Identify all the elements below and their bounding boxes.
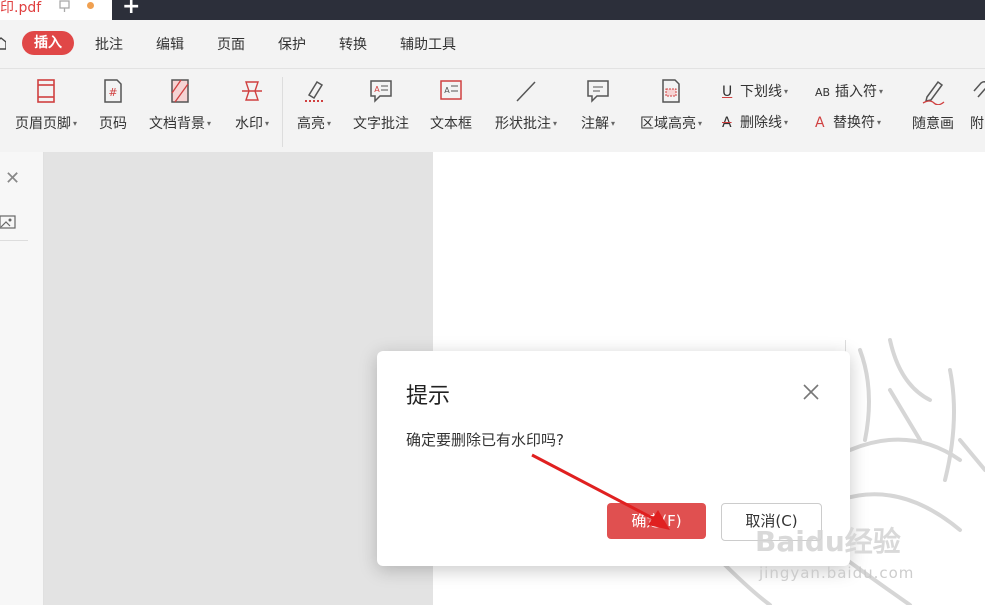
freehand-icon bbox=[922, 80, 945, 105]
freehand-button[interactable]: 随意画 bbox=[910, 77, 956, 133]
strikethrough-label: 删除线 bbox=[740, 115, 782, 131]
underline-button[interactable]: U 下划线 ▾ bbox=[722, 81, 788, 103]
confirm-button[interactable]: 确定(F) bbox=[607, 503, 706, 539]
area-highlight-icon bbox=[662, 79, 680, 103]
text-box-button[interactable]: A 文本框 bbox=[427, 77, 475, 133]
highlight-label: 高亮 bbox=[296, 116, 325, 132]
attachment-icon bbox=[973, 80, 985, 98]
home-icon[interactable] bbox=[0, 36, 6, 50]
menu-page[interactable]: 页面 bbox=[217, 34, 245, 54]
ribbon-toolbar: 页眉页脚 ▾ # 页码 文档背景 ▾ 水印 ▾ 高亮 ▾ A 文字批注 A 文本… bbox=[0, 68, 985, 153]
watermark-label: 水印 bbox=[234, 116, 263, 132]
document-canvas bbox=[44, 152, 433, 605]
page-number-icon: # bbox=[104, 79, 122, 103]
pin-icon[interactable] bbox=[58, 0, 71, 13]
shape-comment-label: 形状批注 bbox=[494, 116, 551, 132]
menu-comment[interactable]: 批注 bbox=[95, 34, 123, 54]
text-comment-button[interactable]: A 文字批注 bbox=[350, 77, 412, 133]
menu-tools[interactable]: 辅助工具 bbox=[400, 34, 456, 54]
underline-label: 下划线 bbox=[740, 84, 782, 100]
attachment-button[interactable]: 附 bbox=[966, 77, 985, 133]
freehand-label: 随意画 bbox=[912, 116, 954, 132]
highlight-button[interactable]: 高亮 ▾ bbox=[293, 77, 335, 133]
close-icon[interactable] bbox=[800, 381, 822, 403]
menu-insert[interactable]: 插入 bbox=[22, 31, 74, 55]
text-comment-label: 文字批注 bbox=[353, 116, 409, 132]
svg-text:#: # bbox=[108, 86, 117, 99]
header-footer-label: 页眉页脚 bbox=[14, 116, 71, 132]
annotation-button[interactable]: 注解 ▾ bbox=[577, 77, 619, 133]
new-tab-button[interactable]: + bbox=[122, 0, 140, 19]
title-bar: 印.pdf + bbox=[0, 0, 985, 20]
annotation-label: 注解 bbox=[580, 116, 609, 132]
strikethrough-icon: A bbox=[722, 115, 732, 131]
page-number-button[interactable]: # 页码 bbox=[97, 77, 129, 133]
side-panel: ✕ bbox=[0, 152, 44, 605]
annotation-icon bbox=[587, 80, 609, 103]
replace-mark-icon: A bbox=[815, 115, 825, 131]
attachment-label: 附 bbox=[970, 116, 984, 132]
highlight-icon bbox=[305, 80, 324, 102]
dialog-message: 确定要删除已有水印吗? bbox=[406, 431, 564, 449]
page-number-label: 页码 bbox=[99, 116, 127, 132]
unsaved-dot-icon bbox=[87, 2, 94, 9]
menu-convert[interactable]: 转换 bbox=[339, 34, 367, 54]
dialog-title: 提示 bbox=[406, 384, 451, 409]
confirm-dialog: 提示 确定要删除已有水印吗? 确定(F) 取消(C) bbox=[377, 351, 850, 566]
text-box-label: 文本框 bbox=[430, 116, 472, 132]
document-background-button[interactable]: 文档背景 ▾ bbox=[145, 77, 215, 133]
area-highlight-button[interactable]: 区域高亮 ▾ bbox=[635, 77, 707, 133]
text-box-icon: A bbox=[440, 80, 462, 100]
insert-mark-icon: AB bbox=[815, 86, 831, 99]
svg-text:A: A bbox=[444, 86, 450, 95]
replace-mark-button[interactable]: A 替换符 ▾ bbox=[815, 112, 881, 134]
svg-text:A: A bbox=[374, 85, 380, 94]
shape-comment-icon bbox=[516, 81, 536, 102]
document-tab-title: 印.pdf bbox=[0, 0, 42, 16]
insert-mark-button[interactable]: AB 插入符 ▾ bbox=[815, 81, 883, 103]
area-highlight-label: 区域高亮 bbox=[639, 116, 696, 132]
cancel-button[interactable]: 取消(C) bbox=[721, 503, 822, 541]
panel-divider bbox=[0, 240, 28, 241]
menu-edit[interactable]: 编辑 bbox=[156, 34, 184, 54]
watermark-icon bbox=[242, 81, 262, 101]
header-footer-icon bbox=[37, 79, 55, 103]
header-footer-button[interactable]: 页眉页脚 ▾ bbox=[10, 77, 82, 133]
close-panel-icon[interactable]: ✕ bbox=[5, 168, 20, 189]
document-background-icon bbox=[171, 79, 189, 103]
text-comment-icon: A bbox=[370, 80, 392, 103]
underline-icon: U bbox=[722, 84, 733, 100]
insert-mark-label: 插入符 bbox=[835, 84, 877, 100]
toolbar-divider bbox=[282, 77, 283, 147]
menu-protect[interactable]: 保护 bbox=[278, 34, 306, 54]
document-background-label: 文档背景 bbox=[148, 116, 205, 132]
replace-mark-label: 替换符 bbox=[833, 115, 875, 131]
image-icon[interactable] bbox=[0, 214, 16, 230]
shape-comment-button[interactable]: 形状批注 ▾ bbox=[490, 77, 562, 133]
document-tab[interactable]: 印.pdf bbox=[0, 0, 112, 20]
watermark-button[interactable]: 水印 ▾ bbox=[231, 77, 273, 133]
strikethrough-button[interactable]: A 删除线 ▾ bbox=[722, 112, 788, 134]
menu-bar: 插入 批注 编辑 页面 保护 转换 辅助工具 bbox=[0, 20, 985, 68]
